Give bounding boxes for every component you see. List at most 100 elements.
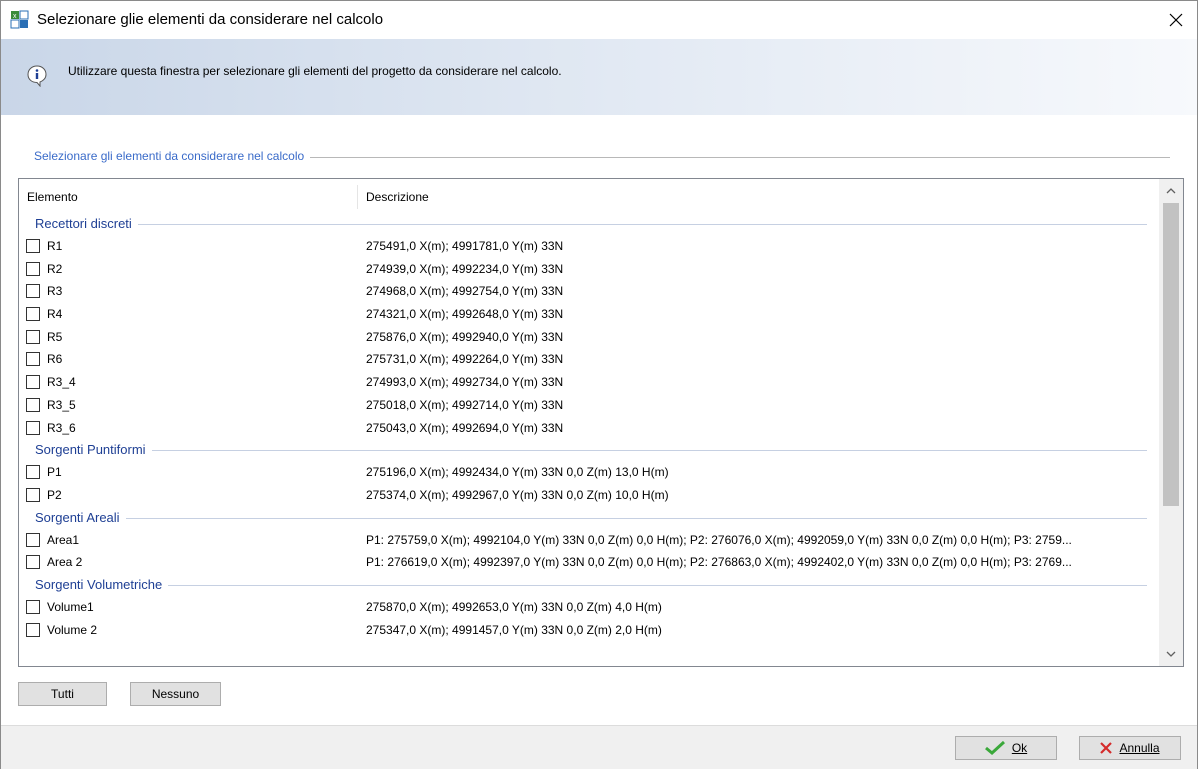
item-checkbox[interactable] — [26, 239, 40, 253]
item-name: Volume 2 — [47, 622, 98, 637]
item-checkbox[interactable] — [26, 329, 40, 344]
scroll-down-icon[interactable] — [1159, 644, 1183, 664]
item-checkbox[interactable] — [26, 375, 40, 390]
item-name: Area1 — [47, 532, 80, 547]
item-name: Area 2 — [47, 555, 83, 570]
list-group-header: Sorgenti Volumetriche — [19, 574, 1159, 596]
item-checkbox[interactable] — [26, 487, 40, 502]
list-group-header: Recettori discreti — [19, 213, 1159, 235]
list-item[interactable]: Area1 P1: 275759,0 X(m); 4992104,0 Y(m) 3… — [19, 529, 1159, 552]
title-bar: x Selezionare glie elementi da considera… — [1, 1, 1197, 39]
list-item[interactable]: R6 275731,0 X(m); 4992264,0 Y(m) 33N — [19, 348, 1159, 371]
list-group-header: Sorgenti Puntiformi — [19, 439, 1159, 461]
close-icon[interactable] — [1161, 5, 1191, 35]
vertical-scrollbar[interactable] — [1159, 179, 1183, 666]
item-description: 274321,0 X(m); 4992648,0 Y(m) 33N — [366, 307, 564, 322]
app-table-icon: x — [10, 10, 30, 30]
selection-group-header: Selezionare gli elementi da considerare … — [34, 149, 1170, 165]
item-description: 275018,0 X(m); 4992714,0 Y(m) 33N — [366, 397, 564, 412]
column-header-elemento[interactable]: Elemento — [27, 190, 78, 204]
item-name: R2 — [47, 261, 63, 276]
item-description: 275374,0 X(m); 4992967,0 Y(m) 33N 0,0 Z(… — [366, 487, 669, 502]
item-description: 275876,0 X(m); 4992940,0 Y(m) 33N — [366, 329, 564, 344]
scrollbar-thumb[interactable] — [1163, 203, 1179, 506]
item-checkbox[interactable] — [26, 397, 40, 412]
list-item[interactable]: P2 275374,0 X(m); 4992967,0 Y(m) 33N 0,0 … — [19, 484, 1159, 507]
list-group-label: Recettori discreti — [35, 216, 138, 231]
item-description: 274939,0 X(m); 4992234,0 Y(m) 33N — [366, 261, 564, 276]
select-all-button[interactable]: Tutti — [18, 682, 107, 706]
item-description: 275870,0 X(m); 4992653,0 Y(m) 33N 0,0 Z(… — [366, 599, 662, 614]
item-name: R3 — [47, 284, 63, 299]
item-name: R4 — [47, 307, 63, 322]
svg-text:x: x — [13, 13, 17, 20]
item-name: Volume1 — [47, 599, 94, 614]
item-description: 275347,0 X(m); 4991457,0 Y(m) 33N 0,0 Z(… — [366, 622, 662, 637]
scroll-up-icon[interactable] — [1159, 181, 1183, 201]
item-checkbox[interactable] — [26, 261, 40, 276]
list-item[interactable]: R3_5 275018,0 X(m); 4992714,0 Y(m) 33N — [19, 394, 1159, 417]
list-item[interactable]: R3 274968,0 X(m); 4992754,0 Y(m) 33N — [19, 280, 1159, 303]
list-item[interactable]: R3_6 275043,0 X(m); 4992694,0 Y(m) 33N — [19, 417, 1159, 440]
group-line — [35, 450, 1147, 452]
item-description: P1: 275759,0 X(m); 4992104,0 Y(m) 33N 0,… — [366, 532, 1072, 547]
item-description: 275731,0 X(m); 4992264,0 Y(m) 33N — [366, 352, 564, 367]
list-item[interactable]: R2 274939,0 X(m); 4992234,0 Y(m) 33N — [19, 258, 1159, 281]
list-item[interactable]: R5 275876,0 X(m); 4992940,0 Y(m) 33N — [19, 326, 1159, 349]
item-checkbox[interactable] — [26, 465, 40, 480]
cancel-label: Annulla — [1119, 741, 1160, 755]
list-group-label: Sorgenti Areali — [35, 509, 126, 525]
item-description: 274993,0 X(m); 4992734,0 Y(m) 33N — [366, 375, 564, 390]
list-item[interactable]: Volume 2 275347,0 X(m); 4991457,0 Y(m) 33… — [19, 619, 1159, 642]
select-none-button[interactable]: Nessuno — [130, 682, 221, 706]
item-description: 275043,0 X(m); 4992694,0 Y(m) 33N — [366, 420, 564, 435]
column-header-descrizione[interactable]: Descrizione — [366, 190, 429, 204]
elements-listview[interactable]: Elemento Descrizione Recettori discreti … — [18, 178, 1184, 667]
item-checkbox[interactable] — [26, 420, 40, 435]
list-item[interactable]: Area 2 P1: 276619,0 X(m); 4992397,0 Y(m) … — [19, 551, 1159, 574]
cancel-button[interactable]: Annulla — [1079, 736, 1181, 760]
group-label: Selezionare gli elementi da considerare … — [34, 149, 311, 163]
cancel-x-icon — [1100, 742, 1113, 754]
item-checkbox[interactable] — [26, 599, 40, 614]
window-title: Selezionare glie elementi da considerare… — [37, 11, 384, 28]
info-icon — [27, 65, 47, 88]
ok-label: Ok — [1011, 741, 1028, 755]
checkmark-icon — [984, 741, 1005, 755]
item-description: 275491,0 X(m); 4991781,0 Y(m) 33N — [366, 239, 564, 253]
item-name: P2 — [47, 487, 62, 502]
group-line — [35, 584, 1147, 586]
list-group-header: Sorgenti Areali — [19, 507, 1159, 529]
ok-button[interactable]: Ok — [955, 736, 1057, 760]
item-name: R5 — [47, 329, 63, 344]
item-checkbox[interactable] — [26, 352, 40, 367]
list-item[interactable]: R3_4 274993,0 X(m); 4992734,0 Y(m) 33N — [19, 371, 1159, 394]
list-item[interactable]: R1 275491,0 X(m); 4991781,0 Y(m) 33N — [19, 235, 1159, 258]
group-line — [35, 224, 1147, 225]
list-group-label: Sorgenti Puntiformi — [35, 442, 152, 458]
dialog-footer: Ok Annulla — [1, 725, 1197, 769]
info-text: Utilizzare questa finestra per seleziona… — [68, 64, 562, 78]
list-item[interactable]: R4 274321,0 X(m); 4992648,0 Y(m) 33N — [19, 303, 1159, 326]
item-name: R3_6 — [47, 420, 76, 435]
dialog-window: x Selezionare glie elementi da considera… — [0, 0, 1198, 769]
item-name: R3_5 — [47, 397, 76, 412]
item-checkbox[interactable] — [26, 622, 40, 637]
item-name: R6 — [47, 352, 63, 367]
list-item[interactable]: Volume1 275870,0 X(m); 4992653,0 Y(m) 33N… — [19, 596, 1159, 619]
item-checkbox[interactable] — [26, 555, 40, 570]
item-checkbox[interactable] — [26, 532, 40, 547]
item-name: P1 — [47, 465, 62, 480]
item-name: R1 — [47, 239, 63, 253]
group-line — [35, 517, 1147, 519]
list-group-label: Sorgenti Volumetriche — [35, 576, 169, 592]
item-name: R3_4 — [47, 375, 76, 390]
list-rows: Recettori discreti R1 275491,0 X(m); 4991… — [19, 213, 1159, 641]
info-banner: Utilizzare questa finestra per seleziona… — [1, 39, 1197, 115]
item-description: 274968,0 X(m); 4992754,0 Y(m) 33N — [366, 284, 564, 299]
item-checkbox[interactable] — [26, 284, 40, 299]
column-separator[interactable] — [357, 185, 358, 209]
item-description: P1: 276619,0 X(m); 4992397,0 Y(m) 33N 0,… — [366, 555, 1072, 570]
item-checkbox[interactable] — [26, 307, 40, 322]
list-item[interactable]: P1 275196,0 X(m); 4992434,0 Y(m) 33N 0,0 … — [19, 461, 1159, 484]
